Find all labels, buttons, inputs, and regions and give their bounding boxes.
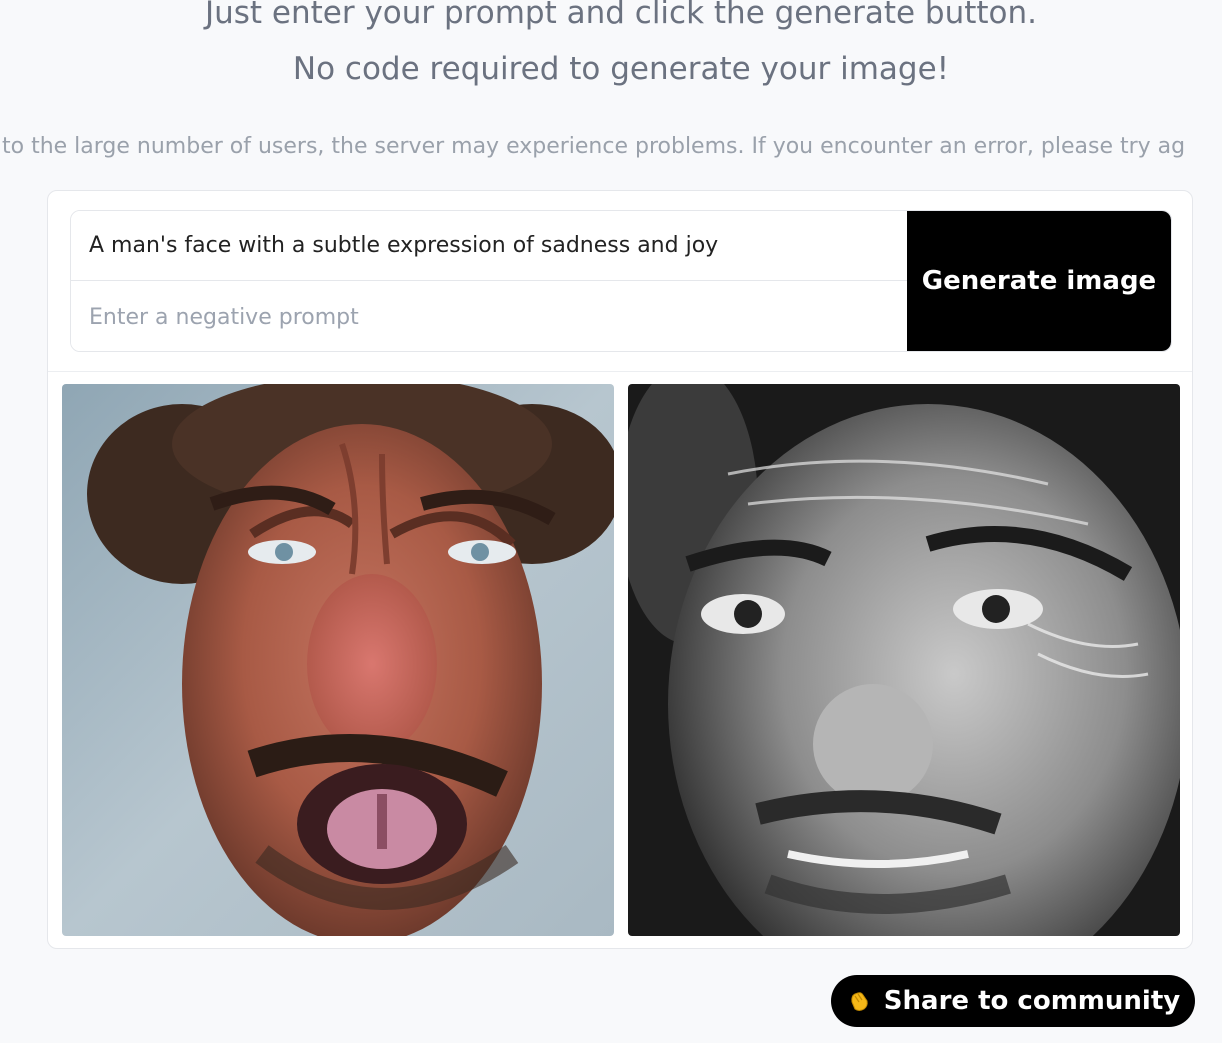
generator-card: A man's face with a subtle expression of… (47, 190, 1193, 949)
intro-line-1: Just enter your prompt and click the gen… (204, 0, 1038, 31)
generated-image-2[interactable] (628, 384, 1180, 936)
negative-prompt-input[interactable]: Enter a negative prompt (71, 282, 909, 351)
server-notice: to the large number of users, the server… (2, 134, 1186, 159)
portrait-bw-image (628, 384, 1180, 936)
portrait-color-image (62, 384, 614, 936)
clapping-hands-icon (846, 988, 872, 1014)
share-to-community-button[interactable]: Share to community (831, 975, 1195, 1027)
prompt-panel: A man's face with a subtle expression of… (70, 210, 1172, 352)
generate-image-button[interactable]: Generate image (907, 211, 1171, 351)
divider (48, 371, 1192, 372)
share-label: Share to community (883, 986, 1181, 1016)
intro-line-2: No code required to generate your image! (292, 51, 950, 87)
page: Just enter your prompt and click the gen… (0, 0, 1222, 1043)
generated-image-1[interactable] (62, 384, 614, 936)
prompt-input[interactable]: A man's face with a subtle expression of… (71, 211, 909, 281)
